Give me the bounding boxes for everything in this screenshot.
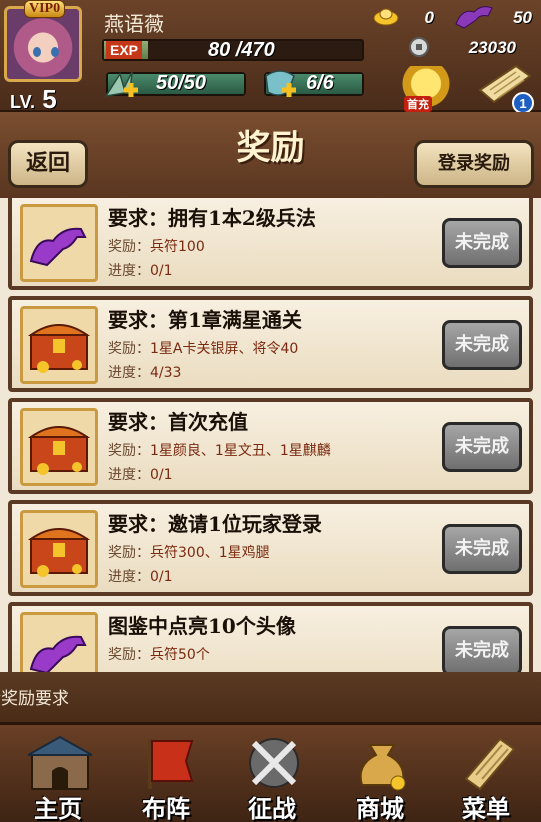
task-title: 图鉴中点亮10个头像 — [108, 614, 296, 638]
login-reward-button[interactable]: 登录奖励 — [414, 140, 534, 188]
nav-battle[interactable]: 征战 — [222, 725, 322, 822]
progress-key: 进度： — [108, 365, 150, 381]
stamina-wings-icon[interactable] — [102, 68, 144, 102]
hint-text: 阶奖励要求 — [0, 689, 69, 709]
task-reward: 奖励：兵符300、1星鸡腿 — [108, 542, 270, 562]
avatar-eye-left — [33, 47, 41, 57]
nav-battle-label: 征战 — [248, 795, 296, 822]
task-reward: 奖励：兵符50个 — [108, 644, 210, 664]
incomplete-button[interactable]: 未完成 — [442, 320, 522, 370]
task-progress: 进度：0/1 — [108, 566, 173, 586]
incomplete-button[interactable]: 未完成 — [442, 524, 522, 574]
nav-menu[interactable]: 菜单 — [436, 725, 536, 822]
silver-coin-icon — [409, 37, 429, 57]
energy-bolt-icon[interactable] — [260, 68, 302, 102]
task-title: 要求：首次充值 — [108, 410, 248, 434]
task-progress: 进度：4/33 — [108, 362, 181, 382]
player-level: LV. 5 — [10, 84, 57, 115]
player-name: 燕语薇 — [104, 12, 164, 36]
first-charge-label[interactable]: 首充 — [404, 96, 432, 112]
nav-home-label: 主页 — [34, 795, 82, 822]
treasure-chest-icon — [20, 510, 98, 588]
stamina-bar: 50/50 — [104, 71, 246, 98]
list-item: 要求：邀请1位玩家登录 奖励：兵符300、1星鸡腿 进度：0/1 未完成 — [8, 500, 533, 596]
incomplete-button[interactable]: 未完成 — [442, 422, 522, 472]
purple-horse-icon — [20, 204, 98, 282]
reward-value: 兵符300、1星鸡腿 — [150, 545, 270, 561]
list-item: 要求：拥有1本2级兵法 奖励：兵符100 进度：0/1 未完成 — [8, 198, 533, 290]
reward-list[interactable]: 要求：拥有1本2级兵法 奖励：兵符100 进度：0/1 未完成 要求：第1章满星… — [0, 198, 541, 672]
reward-key: 奖励： — [108, 545, 150, 561]
money-bag-icon — [359, 744, 406, 791]
purple-token-icon — [455, 6, 493, 29]
list-item: 要求：第1章满星通关 奖励：1星A卡关银屏、将令40 进度：4/33 未完成 — [8, 296, 533, 392]
energy-bar: 6/6 — [264, 70, 364, 97]
incomplete-button[interactable]: 未完成 — [442, 626, 522, 672]
nav-shop[interactable]: 商城 — [330, 725, 430, 822]
nav-formation-label: 布阵 — [142, 795, 190, 822]
task-progress: 进度：0/1 — [108, 464, 173, 484]
progress-value: 0/1 — [150, 263, 173, 279]
title-bar: 奖励 返回 登录奖励 — [0, 112, 541, 198]
scroll-menu-icon — [464, 737, 516, 791]
progress-key: 进度： — [108, 263, 150, 279]
reward-value: 兵符100 — [150, 239, 205, 255]
nav-formation[interactable]: 布阵 — [116, 725, 216, 822]
progress-key: 进度： — [108, 569, 150, 585]
reward-value: 1星A卡关银屏、将令40 — [150, 341, 299, 357]
progress-value: 0/1 — [150, 467, 173, 483]
nav-home[interactable]: 主页 — [8, 725, 108, 822]
avatar-eye-right — [51, 47, 59, 57]
progress-value: 0/1 — [150, 569, 173, 585]
token-amount: 50 — [513, 8, 532, 27]
task-title: 要求：拥有1本2级兵法 — [108, 206, 316, 230]
stamina-text: 50/50 — [156, 72, 207, 94]
reward-key: 奖励： — [108, 647, 150, 663]
back-button[interactable]: 返回 — [8, 140, 88, 188]
incomplete-button[interactable]: 未完成 — [442, 218, 522, 268]
reward-value: 1星颜良、1星文丑、1星麒麟 — [150, 443, 331, 459]
war-flag-icon — [148, 739, 194, 789]
gold-amount: 0 — [424, 8, 434, 27]
task-reward: 奖励：1星颜良、1星文丑、1星麒麟 — [108, 440, 331, 460]
task-title: 要求：邀请1位玩家登录 — [108, 512, 322, 536]
exp-text: 80 /470 — [208, 39, 275, 61]
level-prefix: LV. — [10, 92, 36, 112]
exp-label: EXP — [106, 41, 143, 59]
nav-shop-label: 商城 — [356, 795, 404, 822]
treasure-chest-icon — [20, 408, 98, 486]
reward-key: 奖励： — [108, 341, 150, 357]
treasure-chest-icon — [20, 306, 98, 384]
hint-bar: 阶奖励要求 — [0, 672, 541, 722]
progress-value: 4/33 — [150, 365, 182, 381]
exp-bar: EXP 80 /470 — [102, 39, 364, 61]
task-title: 要求：第1章满星通关 — [108, 308, 302, 332]
city-gate-icon — [28, 735, 92, 790]
player-header: VIP0 LV. 5 燕语薇 EXP 80 /470 50/50 6/6 0 5… — [0, 0, 541, 115]
silver-amount: 23030 — [468, 38, 516, 57]
purple-horse-icon — [20, 612, 98, 672]
task-progress: 进度：0/1 — [108, 260, 173, 280]
list-item: 要求：首次充值 奖励：1星颜良、1星文丑、1星麒麟 进度：0/1 未完成 — [8, 398, 533, 494]
nav-menu-label: 菜单 — [462, 795, 510, 822]
task-reward: 奖励：1星A卡关银屏、将令40 — [108, 338, 298, 358]
energy-text: 6/6 — [306, 72, 334, 94]
progress-key: 进度： — [108, 467, 150, 483]
bottom-nav: 主页 布阵 征战 商城 菜单 — [0, 722, 541, 822]
task-reward: 奖励：兵符100 — [108, 236, 205, 256]
reward-key: 奖励： — [108, 443, 150, 459]
reward-value: 兵符50个 — [150, 647, 210, 663]
list-item: 图鉴中点亮10个头像 奖励：兵符50个 未完成 — [8, 602, 533, 672]
crossed-swords-icon — [249, 738, 299, 788]
gold-ingot-icon — [373, 8, 399, 26]
reward-key: 奖励： — [108, 239, 150, 255]
level-value: 5 — [42, 84, 57, 114]
notification-badge[interactable]: 1 — [512, 92, 534, 114]
vip-badge[interactable]: VIP0 — [24, 0, 66, 18]
